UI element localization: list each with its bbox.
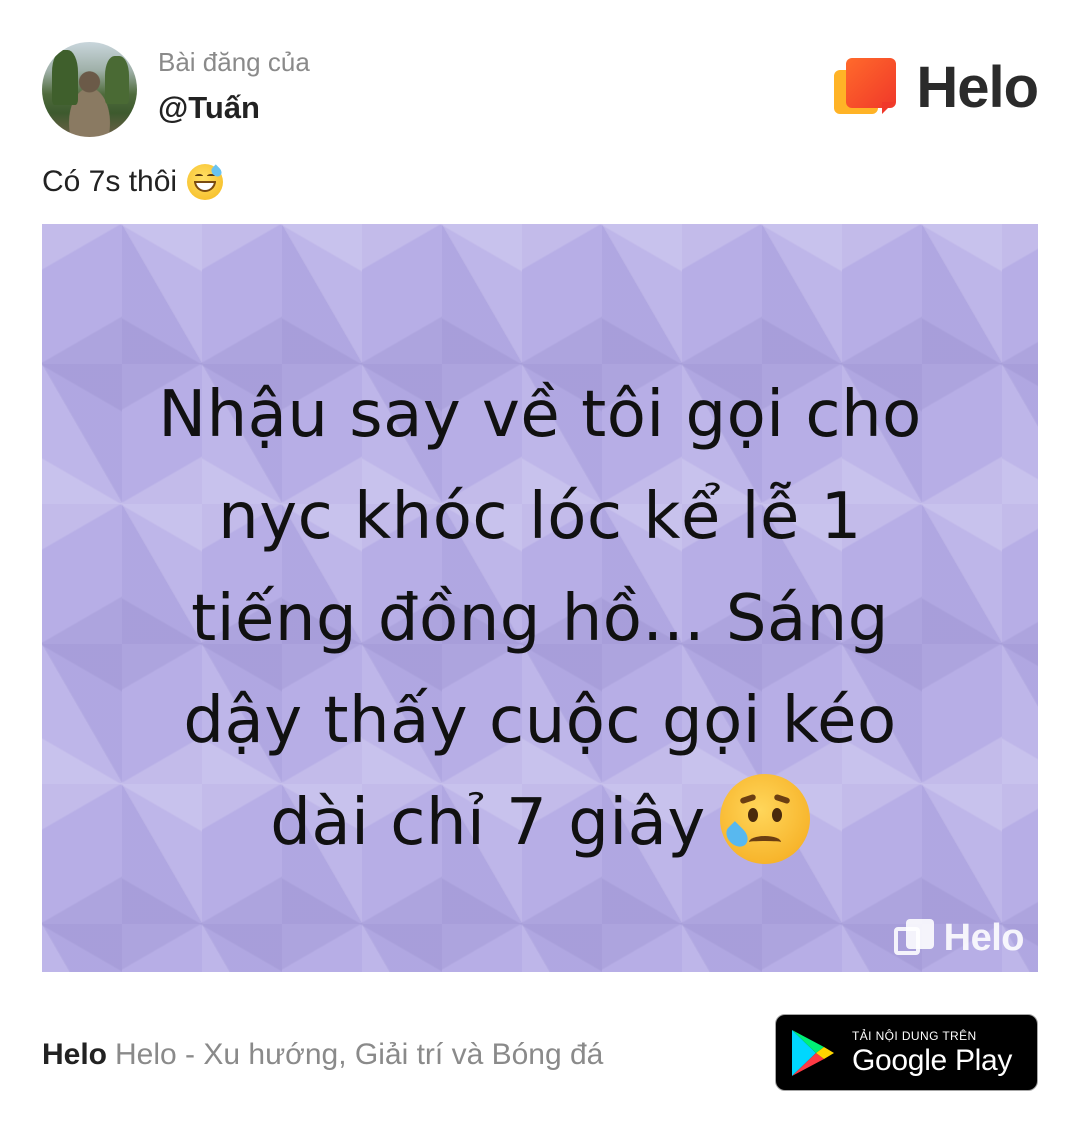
google-play-icon [792, 1029, 834, 1076]
grinning-sweat-emoji-icon [187, 164, 224, 200]
crying-face-emoji-icon [719, 774, 810, 865]
helo-logo-icon [834, 56, 898, 120]
brand-logo: Helo [834, 55, 1039, 120]
post-caption: Có 7s thôi [42, 164, 224, 200]
posted-by-label: Bài đăng của [158, 47, 310, 77]
meme-line: Nhậu say về tôi gọi cho [158, 378, 922, 452]
helo-watermark-icon [893, 918, 934, 959]
google-play-big-text: Google Play [852, 1043, 1013, 1077]
post-image[interactable]: Nhậu say về tôi gọi cho nyc khóc lóc kể … [42, 224, 1038, 972]
meme-line-text: dài chỉ 7 giây [270, 786, 706, 860]
post-header: Bài đăng của @Tuấn Helo [0, 0, 1080, 150]
app-name: Helo [42, 1038, 108, 1071]
post-footer: Helo Helo - Xu hướng, Giải trí và Bóng đá… [0, 1010, 1080, 1100]
google-play-badge[interactable]: TẢI NỘI DUNG TRÊN Google Play [775, 1014, 1038, 1091]
helo-watermark: Helo [893, 917, 1025, 960]
caption-text: Có 7s thôi [42, 165, 178, 198]
watermark-text: Helo [943, 917, 1025, 959]
meme-line: tiếng đồng hồ... Sáng [191, 582, 889, 656]
username[interactable]: @Tuấn [158, 90, 260, 126]
avatar[interactable] [42, 42, 137, 137]
google-play-small-text: TẢI NỘI DUNG TRÊN [852, 1028, 977, 1043]
app-description: Helo - Xu hướng, Giải trí và Bóng đá [115, 1038, 604, 1071]
meme-line: dậy thấy cuộc gọi kéo [183, 684, 897, 758]
app-promo-line[interactable]: Helo Helo - Xu hướng, Giải trí và Bóng đá [42, 1038, 603, 1072]
brand-name: Helo [916, 55, 1039, 120]
meme-line-last: dài chỉ 7 giây [82, 772, 998, 874]
meme-line: nyc khóc lóc kể lễ 1 [218, 480, 862, 554]
meme-text: Nhậu say về tôi gọi cho nyc khóc lóc kể … [82, 364, 998, 874]
